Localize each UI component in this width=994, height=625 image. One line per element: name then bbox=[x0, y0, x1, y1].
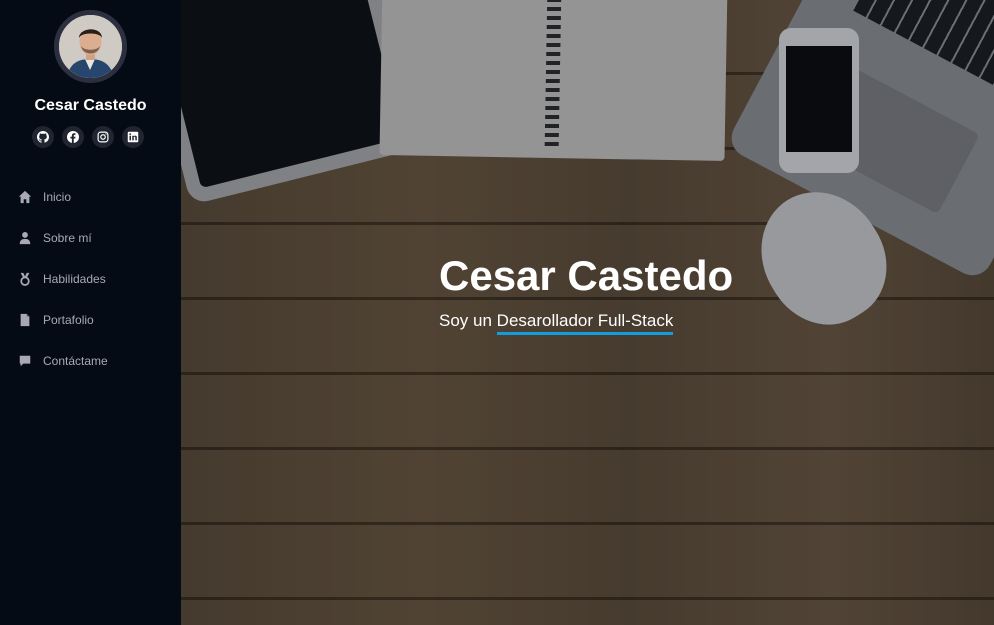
github-link[interactable] bbox=[32, 126, 54, 148]
nav-item-inicio[interactable]: Inicio bbox=[0, 176, 181, 217]
facebook-icon bbox=[67, 131, 79, 143]
nav-item-contactame[interactable]: Contáctame bbox=[0, 340, 181, 381]
facebook-link[interactable] bbox=[62, 126, 84, 148]
nav-item-sobre-mi[interactable]: Sobre mí bbox=[0, 217, 181, 258]
nav-label: Portafolio bbox=[43, 312, 94, 327]
nav-label: Sobre mí bbox=[43, 230, 92, 245]
user-icon bbox=[18, 231, 32, 245]
instagram-link[interactable] bbox=[92, 126, 114, 148]
profile-photo bbox=[59, 15, 122, 78]
home-icon bbox=[18, 190, 32, 204]
nav-item-habilidades[interactable]: Habilidades bbox=[0, 258, 181, 299]
nav-item-portafolio[interactable]: Portafolio bbox=[0, 299, 181, 340]
instagram-icon bbox=[97, 131, 109, 143]
linkedin-icon bbox=[127, 131, 139, 143]
typed-text: Desarollador Full-Stack bbox=[496, 311, 674, 335]
hero-subtitle: Soy un Desarollador Full-Stack bbox=[439, 311, 674, 335]
avatar bbox=[54, 10, 127, 83]
linkedin-link[interactable] bbox=[122, 126, 144, 148]
nav-menu: Inicio Sobre mí Habilidades Portafolio C… bbox=[0, 176, 181, 381]
chat-icon bbox=[18, 354, 32, 368]
social-links bbox=[32, 126, 144, 148]
hero-section: Cesar Castedo Soy un Desarollador Full-S… bbox=[181, 0, 994, 625]
sidebar: Cesar Castedo Inicio Sobre mí Habilidade… bbox=[0, 0, 181, 625]
nav-label: Inicio bbox=[43, 189, 72, 204]
hero-title: Cesar Castedo bbox=[439, 252, 734, 299]
medal-icon bbox=[18, 272, 32, 286]
file-icon bbox=[18, 313, 32, 327]
profile-name: Cesar Castedo bbox=[34, 97, 147, 114]
github-icon bbox=[37, 131, 49, 143]
nav-label: Habilidades bbox=[43, 271, 106, 286]
hero-subtitle-prefix: Soy un bbox=[439, 311, 492, 330]
nav-label: Contáctame bbox=[43, 353, 108, 368]
